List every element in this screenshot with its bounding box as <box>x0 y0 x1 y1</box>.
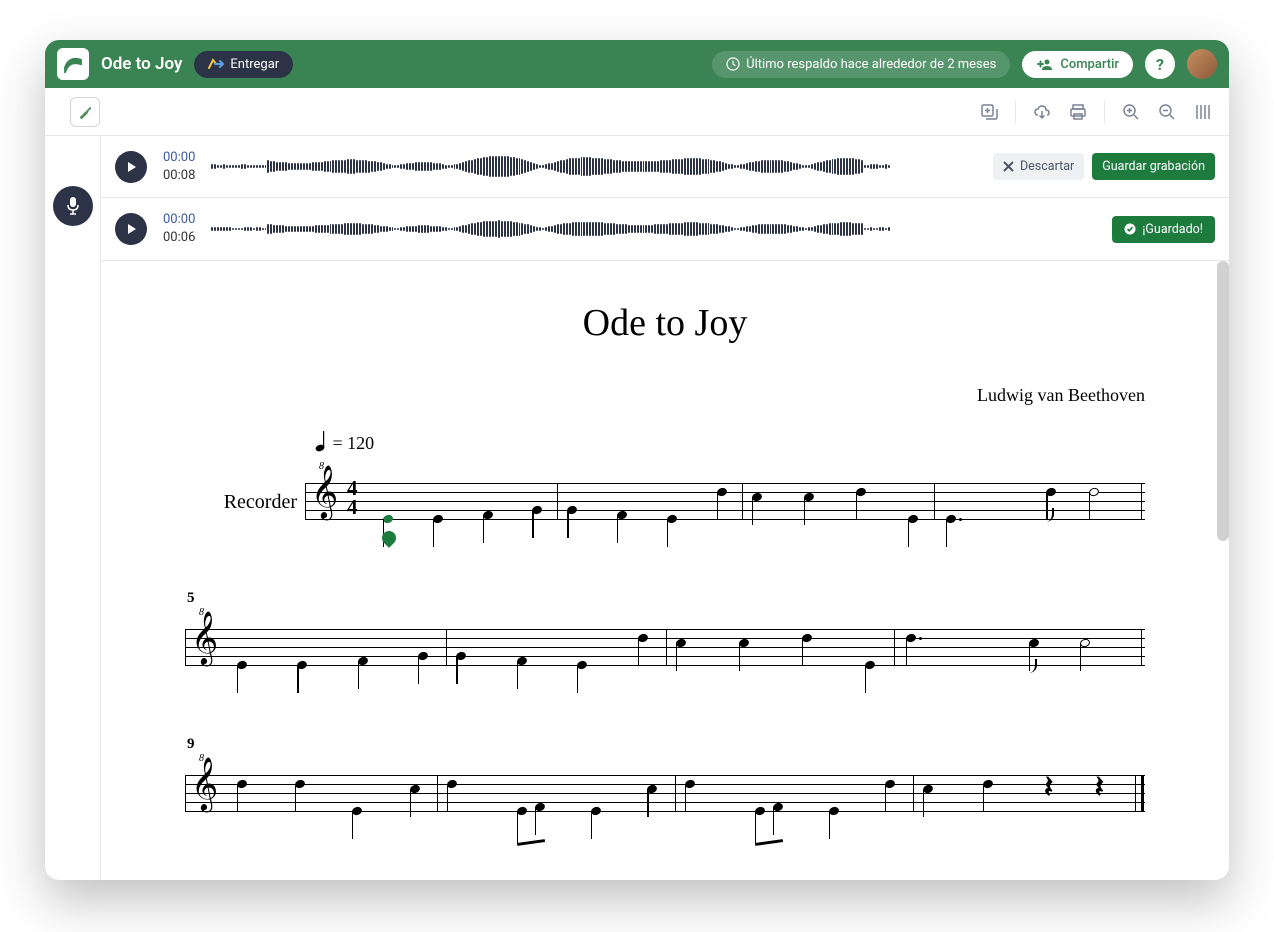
share-button[interactable]: Compartir <box>1022 51 1133 78</box>
microphone-icon <box>65 196 81 216</box>
document-title: Ode to Joy <box>101 54 182 74</box>
recording-row: 00:00 00:06 ¡Guardado! <box>101 198 1229 260</box>
content-area: 00:00 00:08 Descartar Guardar grabación <box>101 136 1229 880</box>
zoom-in-icon[interactable] <box>1121 102 1141 122</box>
tempo-value: = 120 <box>333 433 375 453</box>
time-current: 00:00 <box>163 149 195 167</box>
discard-button[interactable]: Descartar <box>993 153 1084 180</box>
share-icon <box>1036 57 1054 71</box>
save-recording-button[interactable]: Guardar grabación <box>1092 153 1215 180</box>
recordings-panel: 00:00 00:08 Descartar Guardar grabación <box>101 136 1229 261</box>
instrument-label: Recorder <box>185 491 305 514</box>
saved-label: ¡Guardado! <box>1142 222 1203 237</box>
share-label: Compartir <box>1060 57 1119 72</box>
app-logo[interactable] <box>57 48 89 80</box>
staff-system-block: 5 8𝄞 <box>185 590 1145 686</box>
discard-label: Descartar <box>1020 159 1074 174</box>
waveform[interactable] <box>211 149 891 185</box>
view-mode-icon[interactable] <box>1193 102 1213 122</box>
main-area: 00:00 00:08 Descartar Guardar grabación <box>45 136 1229 880</box>
score-title: Ode to Joy <box>185 301 1145 345</box>
tempo-marking: = 120 <box>315 430 1145 457</box>
dropper-icon <box>77 104 93 120</box>
separator <box>1015 101 1016 123</box>
staff-system: Recorder 8𝄞44 <box>185 465 1145 540</box>
play-button[interactable] <box>115 213 147 245</box>
score-viewport[interactable]: Ode to Joy Ludwig van Beethoven = 120 Re… <box>101 261 1229 880</box>
zoom-out-icon[interactable] <box>1157 102 1177 122</box>
backup-status: Último respaldo hace alrededor de 2 mese… <box>712 51 1010 78</box>
recording-times: 00:00 00:06 <box>163 211 195 246</box>
measure-number: 5 <box>187 590 1145 607</box>
play-button[interactable] <box>115 151 147 183</box>
scrollbar[interactable] <box>1217 261 1229 541</box>
score-sheet: Ode to Joy Ludwig van Beethoven = 120 Re… <box>185 301 1145 832</box>
backup-text: Último respaldo hace alrededor de 2 mese… <box>746 57 996 72</box>
separator <box>1104 101 1105 123</box>
waveform[interactable] <box>211 211 891 247</box>
user-avatar[interactable] <box>1187 49 1217 79</box>
time-current: 00:00 <box>163 211 195 229</box>
check-circle-icon <box>1124 223 1136 235</box>
microphone-button[interactable] <box>53 186 93 226</box>
turnin-label: Entregar <box>230 57 279 72</box>
play-icon <box>125 223 137 235</box>
save-label: Guardar grabación <box>1102 159 1205 174</box>
toolbar-actions <box>979 101 1213 123</box>
print-icon[interactable] <box>1068 102 1088 122</box>
time-total: 00:06 <box>163 229 195 247</box>
quarter-note-icon <box>315 430 328 452</box>
staff[interactable]: 8𝄞𝄽𝄽 <box>185 757 1145 832</box>
turnin-button[interactable]: Entregar <box>194 51 293 78</box>
header-bar: Ode to Joy Entregar Último respaldo hace… <box>45 40 1229 88</box>
recording-times: 00:00 00:08 <box>163 149 195 184</box>
toolbar <box>45 88 1229 136</box>
left-rail <box>45 136 101 880</box>
help-icon: ? <box>1156 55 1164 74</box>
app-window: Ode to Joy Entregar Último respaldo hace… <box>45 40 1229 880</box>
recording-row: 00:00 00:08 Descartar Guardar grabación <box>101 136 1229 198</box>
measure-number: 9 <box>187 736 1145 753</box>
time-total: 00:08 <box>163 167 195 185</box>
staff[interactable]: 8𝄞 <box>185 611 1145 686</box>
duplicate-icon[interactable] <box>979 102 999 122</box>
help-button[interactable]: ? <box>1145 49 1175 79</box>
download-icon[interactable] <box>1032 102 1052 122</box>
play-icon <box>125 161 137 173</box>
clock-icon <box>726 57 740 71</box>
logo-icon <box>63 54 83 74</box>
saved-badge: ¡Guardado! <box>1112 216 1215 243</box>
staff-system-block: 9 8𝄞𝄽𝄽 <box>185 736 1145 832</box>
close-icon <box>1003 161 1014 172</box>
composer-name: Ludwig van Beethoven <box>185 385 1145 406</box>
dropper-tool[interactable] <box>70 97 100 127</box>
staff[interactable]: 8𝄞44 <box>305 465 1145 540</box>
turnin-icon <box>208 57 224 71</box>
